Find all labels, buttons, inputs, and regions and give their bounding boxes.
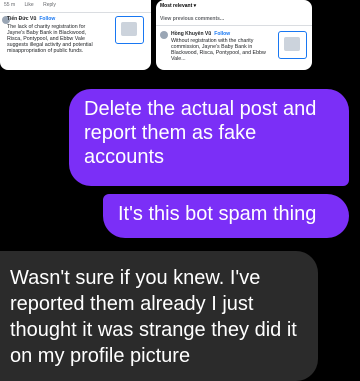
- commenter-name-row: Hồng Khuyên Vũ Follow: [171, 31, 230, 37]
- follow-link: Follow: [39, 16, 56, 22]
- message-text: It's this bot spam thing: [118, 203, 317, 225]
- divider: [0, 12, 151, 13]
- like-link: Like: [24, 2, 34, 8]
- commenter-name: Tiến Đức Vũ: [7, 16, 37, 22]
- divider: [156, 25, 312, 26]
- sent-message-bubble[interactable]: Delete the actual post and report them a…: [69, 89, 349, 186]
- commenter-name-row: Tiến Đức Vũ Follow: [7, 16, 55, 22]
- comment-meta-row: 55 m Like Reply: [4, 2, 64, 8]
- sort-label: Most relevant ▾: [160, 3, 196, 9]
- message-text: Wasn't sure if you knew. I've reported t…: [10, 267, 297, 367]
- view-previous-comments: View previous comments...: [160, 16, 225, 22]
- commenter-name: Hồng Khuyên Vũ: [171, 31, 212, 37]
- received-message-bubble[interactable]: Wasn't sure if you knew. I've reported t…: [0, 251, 318, 381]
- sort-text: Most relevant: [160, 3, 193, 9]
- follow-link: Follow: [214, 31, 231, 37]
- chevron-down-icon: ▾: [193, 3, 197, 9]
- sent-message-bubble[interactable]: It's this bot spam thing: [103, 194, 349, 238]
- comment-text: The lack of charity registration for Jay…: [7, 24, 93, 54]
- screenshot-attachment-left[interactable]: 55 m Like Reply Tiến Đức Vũ Follow The la…: [0, 0, 151, 70]
- comment-age: 55 m: [4, 2, 16, 8]
- reply-link: Reply: [43, 2, 56, 8]
- screenshot-attachment-right[interactable]: Most relevant ▾ View previous comments..…: [156, 0, 312, 70]
- comment-image: [115, 16, 144, 44]
- avatar: [160, 31, 168, 39]
- message-text: Delete the actual post and report them a…: [84, 98, 317, 168]
- comment-image: [278, 31, 307, 59]
- comment-text: Without registration with the charity co…: [171, 38, 266, 62]
